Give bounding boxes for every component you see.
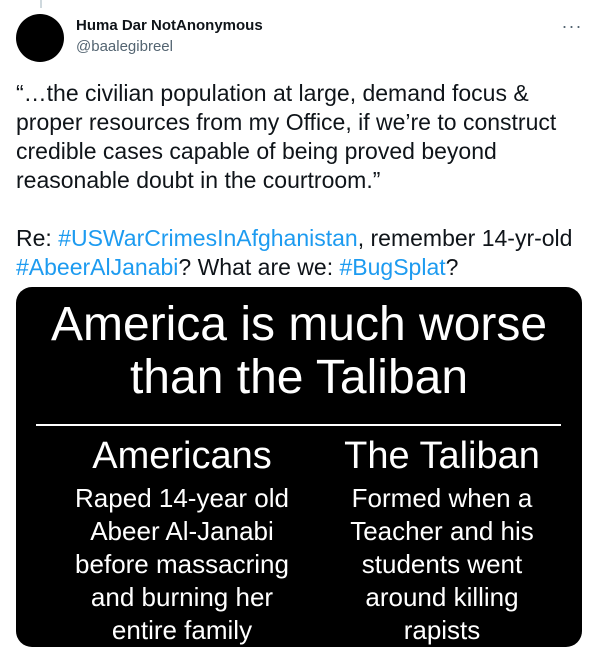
hashtag-link[interactable]: #USWarCrimesInAfghanistan bbox=[58, 225, 358, 251]
text-mid: ? What are we: bbox=[178, 254, 340, 280]
thread-connector-line bbox=[40, 0, 42, 8]
text-suffix: ? bbox=[445, 254, 459, 280]
image-right-line: around killing bbox=[365, 582, 519, 612]
image-left-text: Raped 14-year old Abeer Al-Janabi before… bbox=[36, 482, 328, 647]
image-right-heading: The Taliban bbox=[344, 435, 540, 477]
image-right-text: Formed when a Teacher and his students w… bbox=[314, 482, 570, 647]
author-handle[interactable]: @baalegibreel bbox=[76, 38, 173, 55]
image-left-line: entire family bbox=[111, 615, 253, 645]
image-right-line: rapists bbox=[403, 615, 481, 645]
tweet-text: “…the civilian population at large, dema… bbox=[16, 79, 591, 282]
image-title-line-1: America is much worse bbox=[50, 298, 548, 351]
text-prefix: Re: bbox=[16, 225, 59, 251]
image-right-line: students went bbox=[361, 549, 523, 579]
image-divider bbox=[36, 424, 561, 426]
hashtag-link[interactable]: #AbeerAlJanabi bbox=[16, 254, 178, 280]
tweet-hashtag-paragraph: Re: #USWarCrimesInAfghanistan, remember … bbox=[16, 224, 591, 282]
avatar[interactable] bbox=[16, 14, 64, 62]
image-left-heading: Americans bbox=[92, 435, 272, 477]
more-options-icon[interactable]: ··· bbox=[558, 14, 586, 38]
image-left-line: Raped 14-year old bbox=[75, 483, 289, 513]
image-left-line: and burning her bbox=[90, 582, 274, 612]
image-left-line: Abeer Al-Janabi bbox=[90, 516, 274, 546]
tweet-media-image[interactable]: America is much worse than the Taliban A… bbox=[16, 287, 582, 647]
author-name[interactable]: Huma Dar NotAnonymous bbox=[76, 17, 263, 34]
image-title-line-2: than the Taliban bbox=[129, 351, 469, 404]
image-left-line: before massacring bbox=[75, 549, 289, 579]
image-right-line: Teacher and his bbox=[350, 516, 534, 546]
text-mid: , remember 14-yr-old bbox=[357, 225, 573, 251]
tweet-quote-paragraph: “…the civilian population at large, dema… bbox=[16, 80, 557, 193]
image-right-line: Formed when a bbox=[351, 483, 533, 513]
hashtag-link[interactable]: #BugSplat bbox=[339, 254, 445, 280]
